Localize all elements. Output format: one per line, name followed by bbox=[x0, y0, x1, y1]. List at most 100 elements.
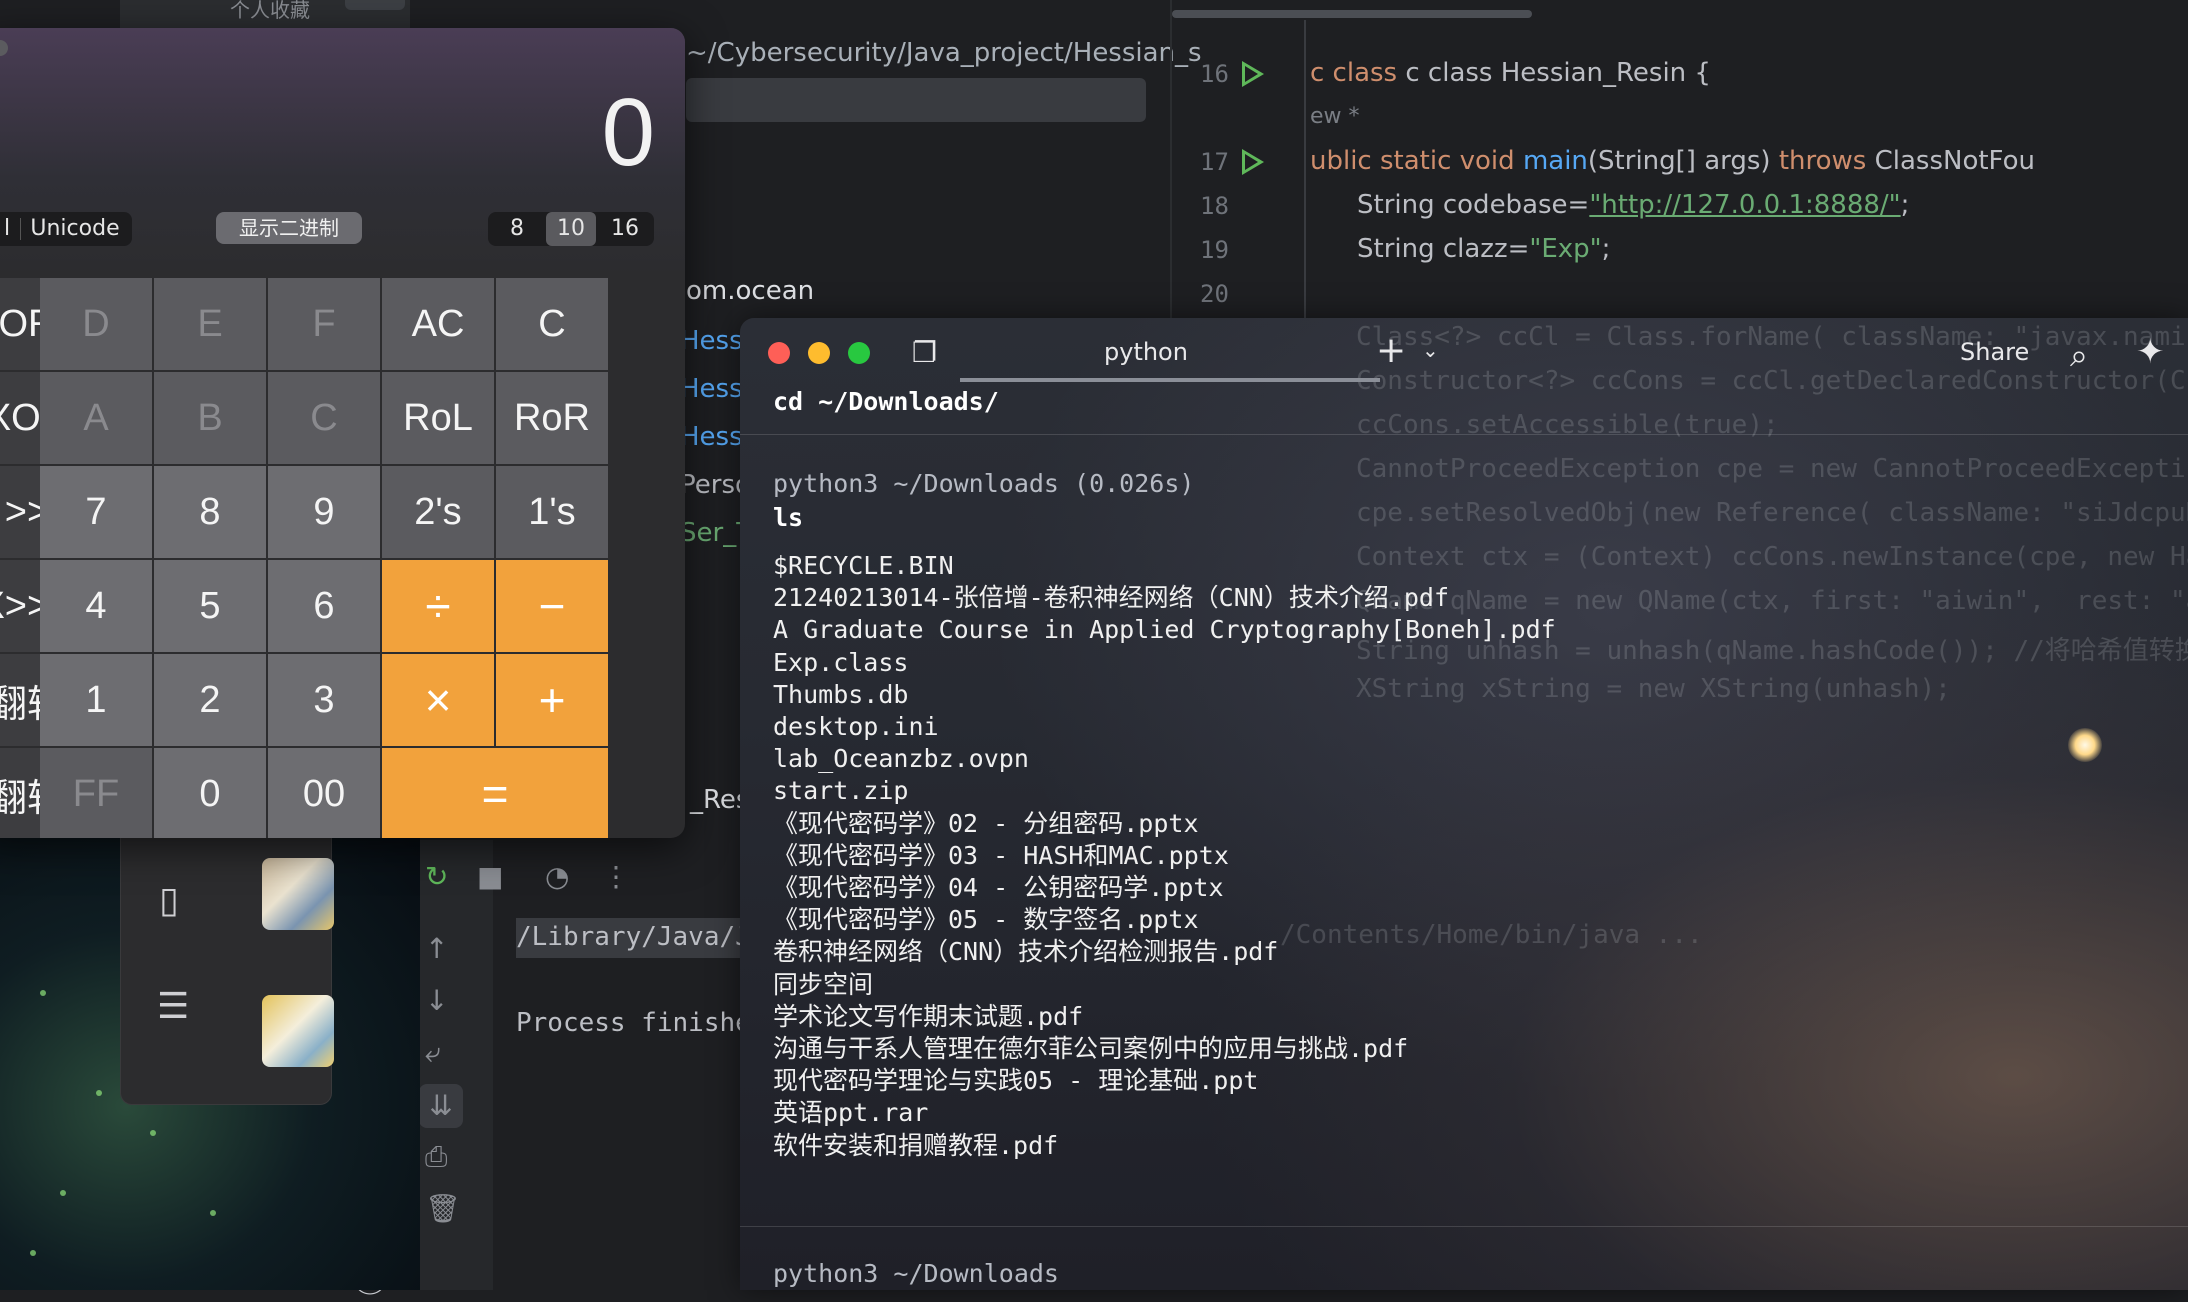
gutter-line bbox=[1304, 20, 1306, 320]
command-text: cd ~/Downloads/ bbox=[773, 387, 999, 416]
minimize-button[interactable] bbox=[808, 342, 830, 364]
console-status: Process finished bbox=[516, 1008, 767, 1038]
favorites-label: 个人收藏 bbox=[230, 0, 310, 22]
run-main-icon[interactable] bbox=[1242, 149, 1264, 175]
calc-key[interactable]: = bbox=[382, 748, 608, 838]
code-line-clazz: String clazz="Exp"; bbox=[1357, 234, 1610, 264]
ide-search-bar[interactable] bbox=[686, 78, 1146, 122]
calc-key[interactable]: 6 bbox=[268, 560, 380, 652]
tab-title[interactable]: python bbox=[1104, 338, 1188, 366]
calc-key[interactable]: × bbox=[382, 654, 494, 746]
menu-icon[interactable]: ☰ bbox=[157, 986, 189, 1027]
line-number: 20 bbox=[1200, 280, 1229, 308]
calc-key[interactable]: 9 bbox=[268, 466, 380, 558]
calc-key[interactable]: 7 bbox=[40, 466, 152, 558]
run-class-icon[interactable] bbox=[1242, 61, 1264, 87]
code-codebase-url[interactable]: "http://127.0.0.1:8888/" bbox=[1589, 190, 1900, 220]
code-main-rest: ClassNotFou bbox=[1866, 146, 2035, 176]
print-icon[interactable]: ⎙ bbox=[425, 1140, 447, 1174]
photo-thumbnail[interactable] bbox=[262, 858, 334, 930]
calc-key[interactable]: AC bbox=[382, 278, 494, 370]
search-icon[interactable]: ⌕ bbox=[2070, 336, 2088, 375]
line-number: 18 bbox=[1200, 192, 1229, 220]
tabs-icon[interactable]: ❐ bbox=[912, 336, 937, 369]
file-entry: 同步空间 bbox=[773, 969, 874, 999]
encoding-ascii-option[interactable]: l bbox=[0, 212, 14, 246]
calc-key[interactable]: ÷ bbox=[382, 560, 494, 652]
line-number: 19 bbox=[1200, 236, 1229, 264]
ide-top-button[interactable] bbox=[345, 0, 405, 10]
calc-key[interactable]: 3 bbox=[268, 654, 380, 746]
scroll-to-end-icon[interactable]: ⇊ bbox=[419, 1084, 463, 1128]
calc-key[interactable]: 5 bbox=[154, 560, 266, 652]
tree-package[interactable]: om.ocean bbox=[686, 276, 814, 306]
code-clazz-b: ; bbox=[1601, 234, 1611, 264]
wallpaper-lamp bbox=[2068, 728, 2102, 762]
more-icon[interactable]: ⋮ bbox=[602, 860, 630, 893]
calc-key[interactable]: D bbox=[40, 278, 152, 370]
chevron-down-icon[interactable]: ⌄ bbox=[1422, 338, 1439, 362]
calc-key[interactable]: 0 bbox=[154, 748, 266, 838]
calc-key[interactable]: FF bbox=[40, 748, 152, 838]
calc-key[interactable]: + bbox=[496, 654, 608, 746]
window-close-button[interactable] bbox=[0, 40, 8, 56]
calc-key[interactable]: 8 bbox=[154, 466, 266, 558]
code-line-class: c class c class Hessian_Resin { bbox=[1310, 58, 1711, 88]
editor-divider bbox=[1170, 0, 1172, 320]
code-main-fn: main bbox=[1522, 146, 1588, 176]
stop-icon[interactable]: ■ bbox=[477, 860, 503, 893]
code-clazz-str: "Exp" bbox=[1529, 234, 1602, 264]
code-line-new: ew * bbox=[1310, 104, 1360, 129]
background-code-line: Class<?> ccCl = Class.forName( className… bbox=[1356, 322, 2188, 352]
calc-key[interactable]: C bbox=[268, 372, 380, 464]
calculator-window: 0 l Unicode 显示二进制 8 10 16 ORDEFACCXORABC… bbox=[0, 28, 685, 838]
file-entry: 英语ppt.rar bbox=[773, 1098, 929, 1128]
show-binary-button[interactable]: 显示二进制 bbox=[216, 212, 362, 244]
share-button[interactable]: Share bbox=[1960, 338, 2029, 366]
scroll-down-icon[interactable]: ↓ bbox=[425, 984, 448, 1017]
code-main-args: (String[] args) bbox=[1587, 146, 1779, 176]
photo-thumbnail[interactable] bbox=[262, 995, 334, 1067]
calc-key[interactable]: − bbox=[496, 560, 608, 652]
code-codebase-a: String codebase= bbox=[1357, 190, 1590, 220]
calc-key[interactable]: 4 bbox=[40, 560, 152, 652]
active-tab-indicator bbox=[960, 378, 1380, 382]
calc-key[interactable]: F bbox=[268, 278, 380, 370]
console-java-path: /Library/Java/Ja bbox=[516, 918, 766, 958]
background-console-path: /Contents/Home/bin/java ... bbox=[1280, 920, 1703, 950]
code-line-main: ublic static void main(String[] args) th… bbox=[1310, 146, 2035, 176]
file-entry: desktop.ini bbox=[773, 712, 939, 741]
calc-key[interactable]: 1 bbox=[40, 654, 152, 746]
calc-key[interactable]: C bbox=[496, 278, 608, 370]
background-code-line: CannotProceedException cpe = new CannotP… bbox=[1356, 454, 2186, 484]
zoom-button[interactable] bbox=[848, 342, 870, 364]
base-8-option[interactable]: 8 bbox=[492, 212, 542, 246]
calc-key[interactable]: RoR bbox=[496, 372, 608, 464]
base-10-option[interactable]: 10 bbox=[546, 212, 596, 246]
calc-key[interactable]: RoL bbox=[382, 372, 494, 464]
file-entry: 21240213014-张倍增-卷积神经网络（CNN）技术介绍.pdf bbox=[773, 583, 1450, 613]
calc-key[interactable]: A bbox=[40, 372, 152, 464]
block-divider bbox=[740, 434, 2188, 435]
trash-icon[interactable]: 🗑 bbox=[425, 1192, 461, 1225]
project-path: ~/Cybersecurity/Java_project/Hessian_s bbox=[686, 38, 1202, 68]
base-16-option[interactable]: 16 bbox=[600, 212, 650, 246]
iphone-icon[interactable]: ▯ bbox=[159, 880, 179, 921]
calc-key[interactable]: E bbox=[154, 278, 266, 370]
profiler-icon[interactable]: ◔ bbox=[545, 860, 569, 893]
file-entry: 现代密码学理论与实践05 - 理论基础.ppt bbox=[773, 1066, 1259, 1096]
encoding-unicode-option[interactable]: Unicode bbox=[22, 212, 128, 246]
calc-key[interactable]: B bbox=[154, 372, 266, 464]
calc-key[interactable]: 2 bbox=[154, 654, 266, 746]
scroll-up-icon[interactable]: ↑ bbox=[425, 932, 448, 965]
close-button[interactable] bbox=[768, 342, 790, 364]
calc-key[interactable]: 00 bbox=[268, 748, 380, 838]
editor-scrollbar[interactable] bbox=[1172, 10, 1532, 18]
rerun-icon[interactable]: ↻ bbox=[425, 860, 448, 893]
background-code-line: cpe.setResolvedObj(new Reference( classN… bbox=[1356, 498, 2188, 528]
ai-sparkle-icon[interactable]: ✦ bbox=[2136, 332, 2165, 372]
calc-key[interactable]: 1's bbox=[496, 466, 608, 558]
soft-wrap-icon[interactable]: ⤶ bbox=[425, 1036, 441, 1070]
calc-key[interactable]: 2's bbox=[382, 466, 494, 558]
new-tab-plus-icon[interactable]: + bbox=[1376, 330, 1406, 371]
